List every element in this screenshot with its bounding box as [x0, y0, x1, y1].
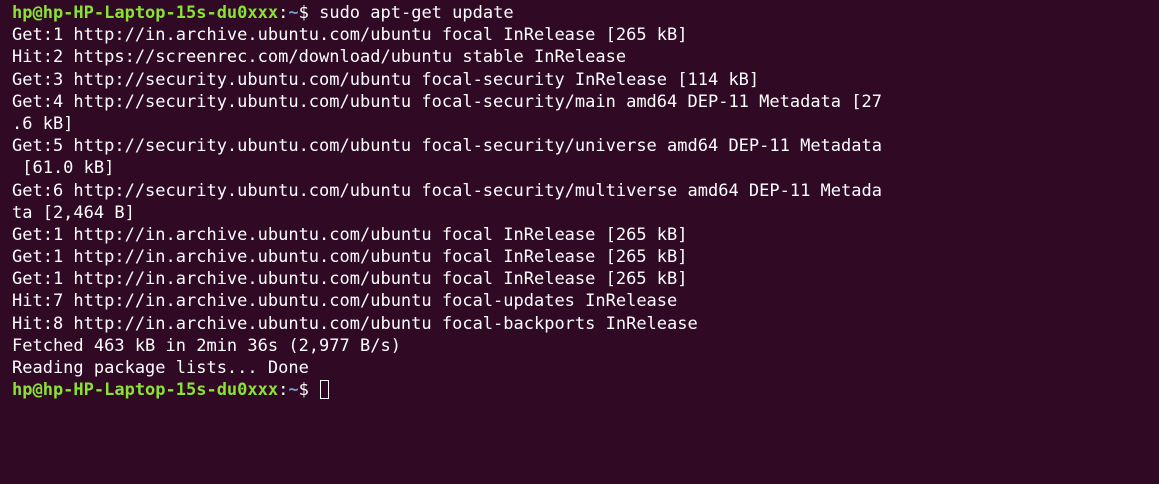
- terminal-window[interactable]: hp@hp-HP-Laptop-15s-du0xxx:~$ sudo apt-g…: [0, 0, 1159, 484]
- output-line: Get:1 http://in.archive.ubuntu.com/ubunt…: [12, 247, 688, 268]
- prompt-symbol: $: [298, 3, 320, 23]
- output-line: Hit:7 http://in.archive.ubuntu.com/ubunt…: [12, 291, 678, 312]
- output-line: Get:5 http://security.ubuntu.com/ubuntu …: [12, 136, 882, 157]
- output-line: Get:4 http://security.ubuntu.com/ubuntu …: [12, 91, 882, 112]
- output-line: Get:1 http://in.archive.ubuntu.com/ubunt…: [12, 269, 688, 290]
- output-line: Fetched 463 kB in 2min 36s (2,977 B/s): [12, 335, 401, 356]
- prompt-user-host: hp@hp-HP-Laptop-15s-du0xxx: [12, 380, 279, 401]
- output-line: .6 kB]: [12, 113, 74, 134]
- output-line: Get:3 http://security.ubuntu.com/ubuntu …: [12, 69, 760, 90]
- prompt-separator: :: [278, 380, 289, 401]
- output-line: Reading package lists... Done: [12, 358, 309, 378]
- prompt-path: ~: [288, 380, 299, 401]
- output-line: Get:1 http://in.archive.ubuntu.com/ubunt…: [12, 224, 688, 245]
- current-prompt-line[interactable]: hp@hp-HP-Laptop-15s-du0xxx:~$: [12, 379, 1159, 401]
- output-line: Hit:2 https://screenrec.com/download/ubu…: [12, 47, 627, 68]
- block-cursor-icon: [320, 380, 330, 400]
- prompt-path: ~: [288, 3, 299, 23]
- command-line: hp@hp-HP-Laptop-15s-du0xxx:~$ sudo apt-g…: [12, 2, 1159, 24]
- output-line: Get:6 http://security.ubuntu.com/ubuntu …: [12, 180, 882, 201]
- output-line: [61.0 kB]: [12, 158, 115, 179]
- prompt-separator: :: [278, 3, 289, 23]
- command-text: sudo apt-get update: [319, 3, 514, 23]
- prompt-user-host: hp@hp-HP-Laptop-15s-du0xxx: [12, 3, 279, 23]
- output-line: Get:1 http://in.archive.ubuntu.com/ubunt…: [12, 25, 688, 46]
- output-line: Hit:8 http://in.archive.ubuntu.com/ubunt…: [12, 313, 698, 334]
- output-line: ta [2,464 B]: [12, 202, 135, 223]
- prompt-symbol: $: [298, 380, 320, 401]
